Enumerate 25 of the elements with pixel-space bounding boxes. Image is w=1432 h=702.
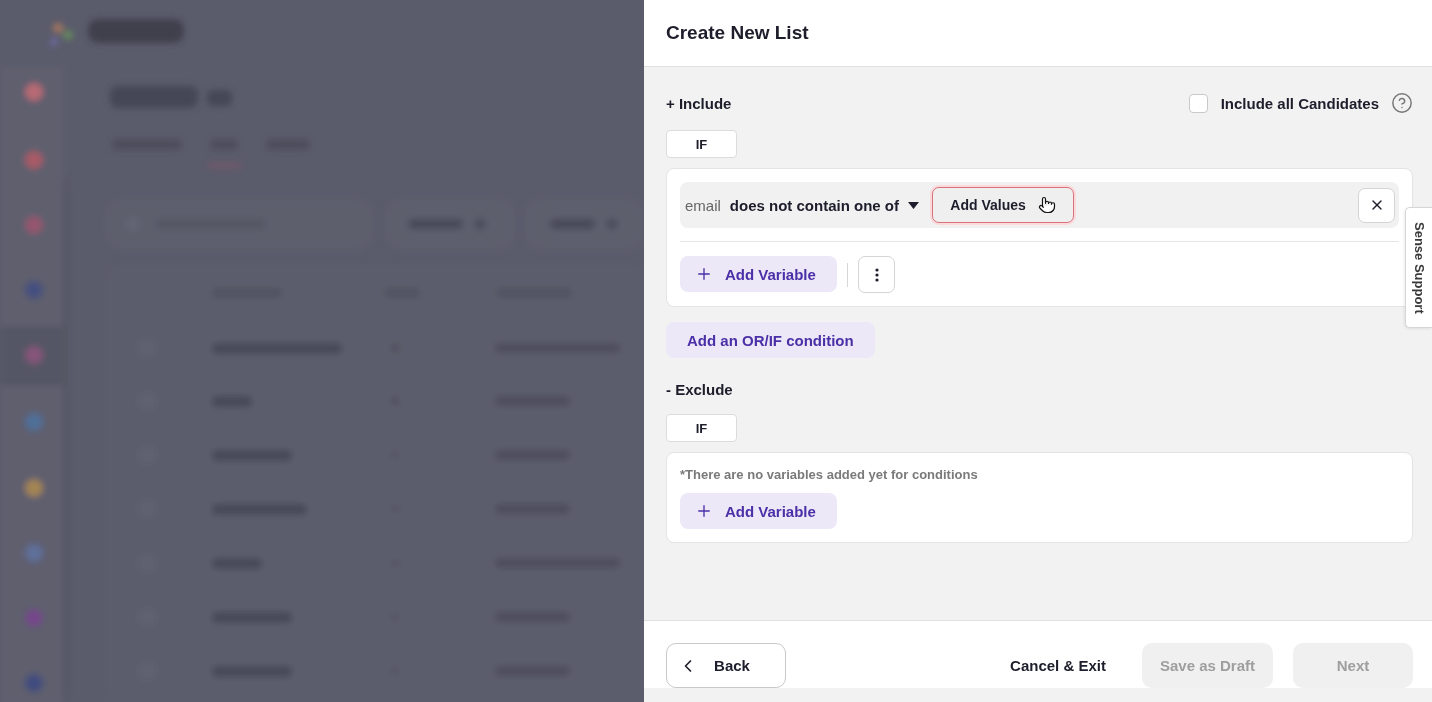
if-tag: IF xyxy=(666,130,737,158)
section-heading: + Include xyxy=(666,94,732,112)
if-tag: IF xyxy=(666,414,737,442)
drawer-title: Create New List xyxy=(666,22,809,44)
back-button[interactable]: Back xyxy=(666,643,786,688)
more-options-icon xyxy=(874,267,879,282)
caret-down-icon xyxy=(908,201,920,209)
hand-cursor-icon xyxy=(1037,196,1056,214)
help-icon[interactable] xyxy=(1391,92,1413,114)
add-condition-button[interactable]: Add an OR/IF condition xyxy=(666,322,875,358)
section-heading: - Exclude xyxy=(666,380,733,398)
field-name: email xyxy=(685,196,721,214)
support-tab[interactable]: Sense Support xyxy=(1405,207,1432,328)
more-options-button[interactable] xyxy=(858,256,896,293)
checkbox[interactable] xyxy=(1188,93,1208,113)
empty-note: *There are no variables added yet for conditions xyxy=(680,467,979,482)
operator-dropdown[interactable]: does not contain one of xyxy=(729,196,920,214)
add-variable-button[interactable]: Add Variable xyxy=(680,256,837,292)
cancel-button[interactable]: Cancel & Exit xyxy=(994,643,1122,688)
plus-icon xyxy=(695,502,713,520)
plus-icon xyxy=(695,265,713,283)
checkbox-label: Include all Candidates xyxy=(1220,94,1379,112)
add-variable-button[interactable]: Add Variable xyxy=(680,493,837,529)
close-button[interactable] xyxy=(1358,187,1395,223)
add-values-button[interactable]: Add Values xyxy=(932,187,1075,223)
